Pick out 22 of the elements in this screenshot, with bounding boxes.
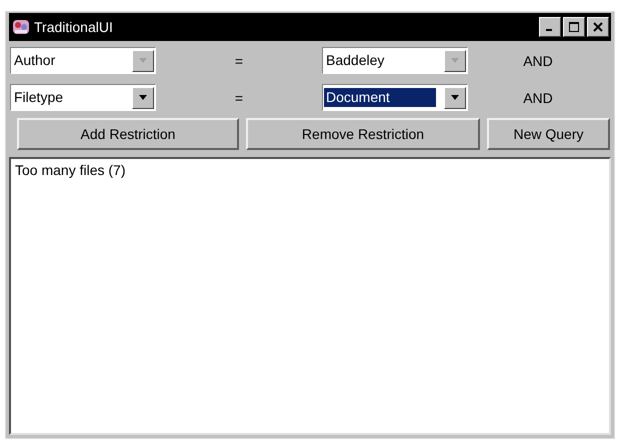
add-restriction-button[interactable]: Add Restriction [17,118,239,150]
minimize-icon [546,29,552,31]
value-dropdown[interactable]: Document [322,84,468,111]
maximize-button[interactable] [563,17,585,37]
operator-label: = [234,90,244,106]
caret-icon [451,95,459,100]
minimize-button[interactable] [539,17,561,37]
maximize-icon [568,21,580,33]
remove-restriction-button[interactable]: Remove Restriction [246,118,480,150]
new-query-button[interactable]: New Query [487,118,610,150]
conjunction-label: AND [522,90,554,106]
conjunction-label: AND [522,52,554,68]
close-icon [592,21,604,33]
caret-icon [139,58,147,63]
caret-icon [451,58,459,63]
app-icon [12,18,30,36]
field-dropdown[interactable]: Filetype [10,84,156,111]
window-title: TraditionalUI [34,19,114,35]
operator-label: = [234,52,244,68]
results-text: Too many files (7) [15,162,126,178]
caret-icon [139,95,147,100]
close-button[interactable] [587,17,609,37]
